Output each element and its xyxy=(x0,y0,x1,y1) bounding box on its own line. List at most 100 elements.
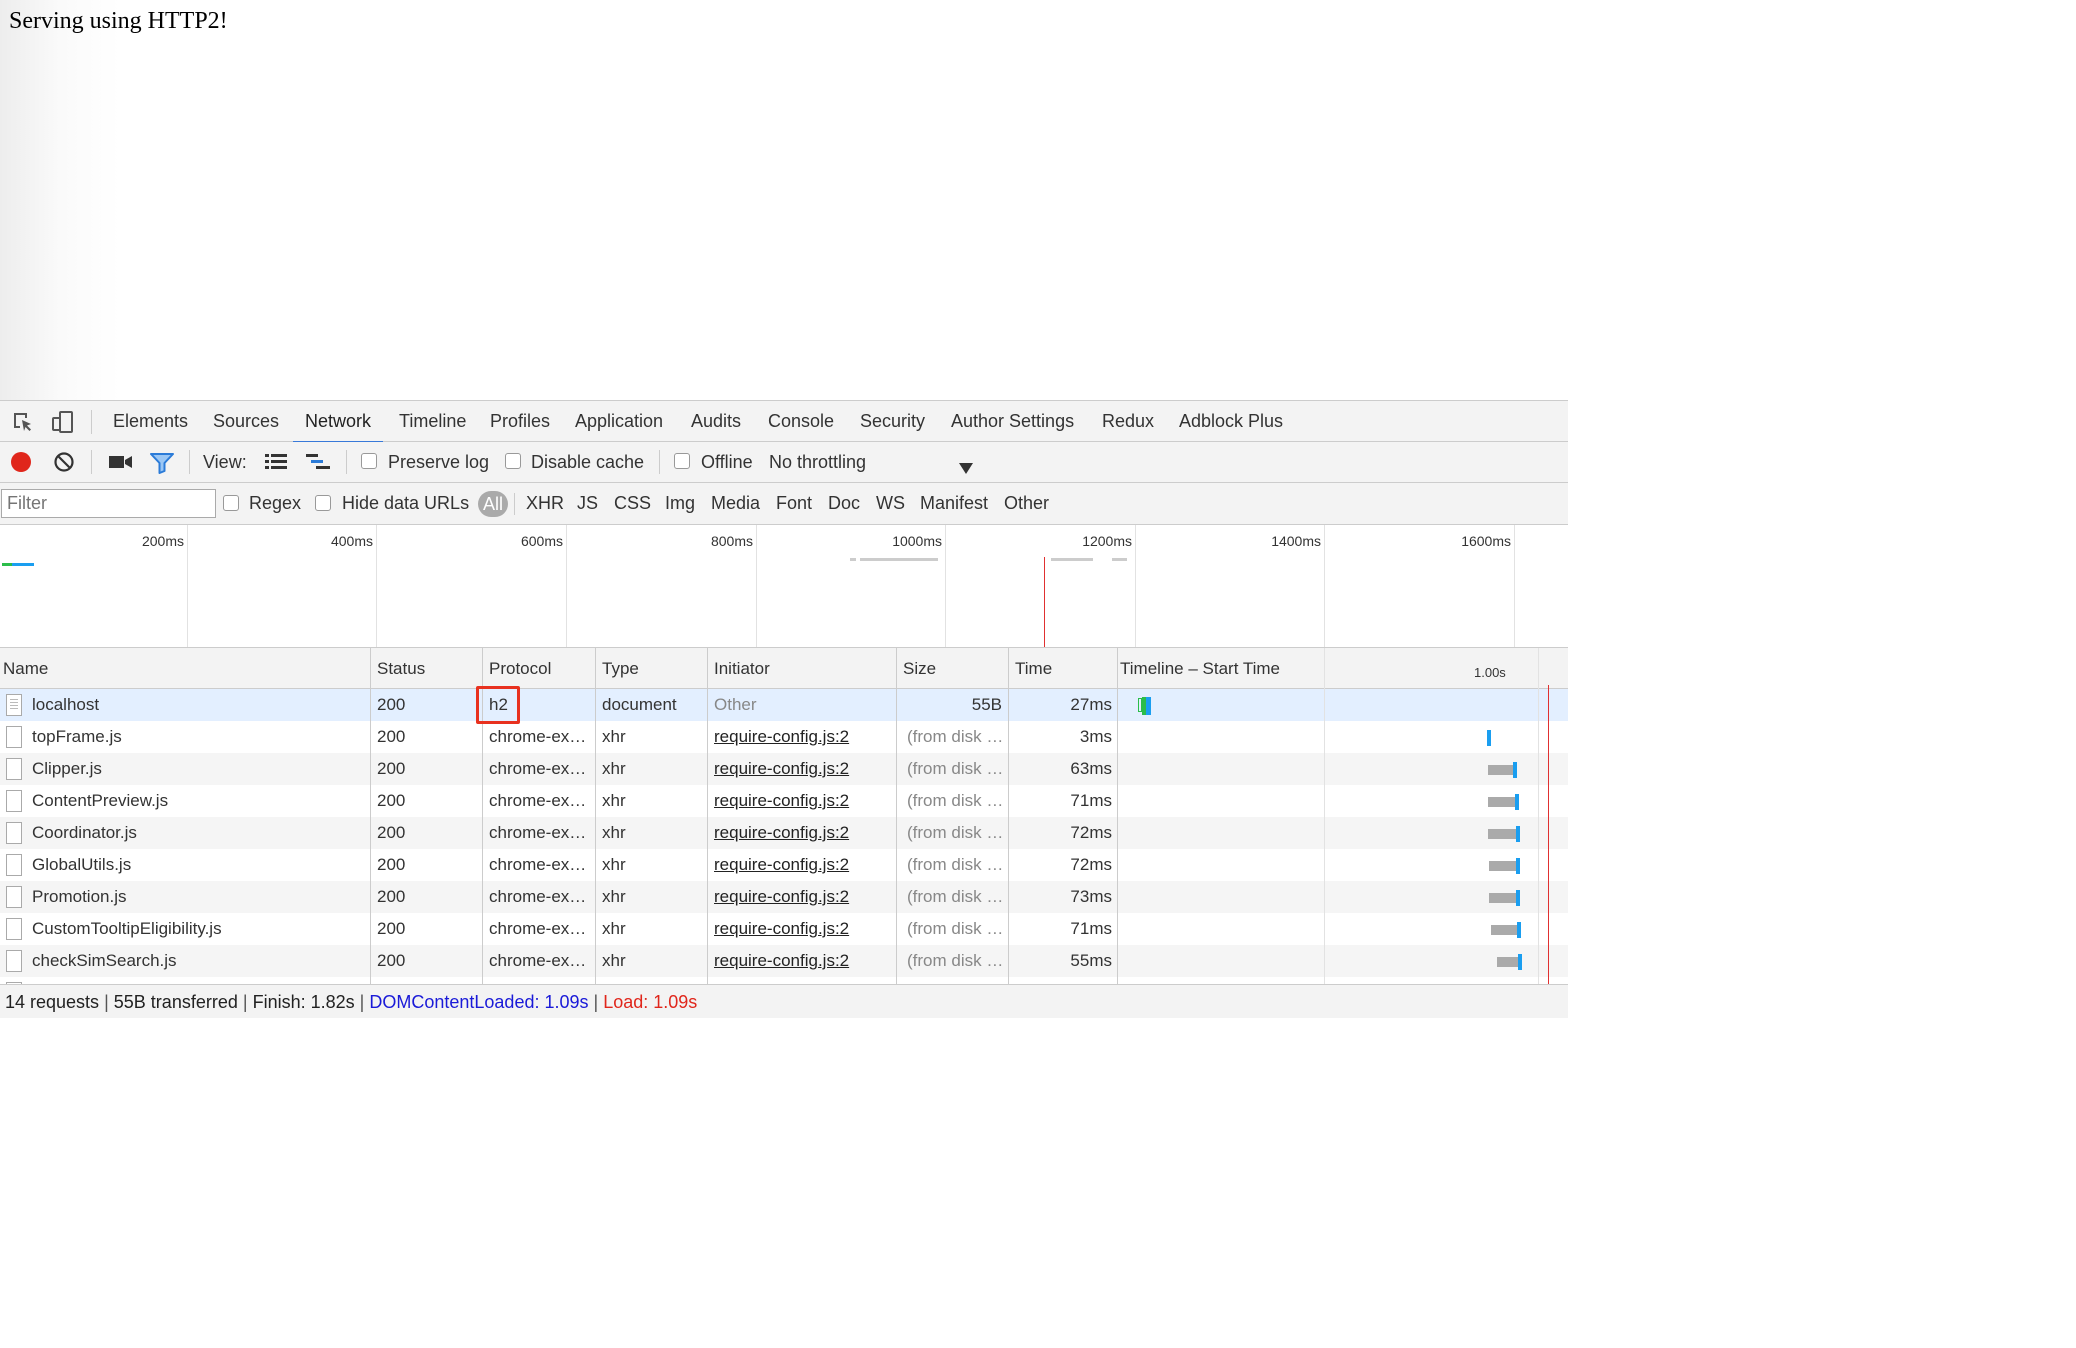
column-header-timeline[interactable]: Timeline – Start Time xyxy=(1120,648,1280,689)
request-time: 72ms xyxy=(1070,855,1112,874)
table-row[interactable]: ContentPreview.js 200 chrome-ex… xhr req… xyxy=(0,785,1568,817)
request-name: checkSimSearch.js xyxy=(32,951,177,970)
column-header-protocol[interactable]: Protocol xyxy=(489,648,551,689)
tab-security[interactable]: Security xyxy=(860,401,925,442)
offline-label: Offline xyxy=(701,452,753,472)
column-divider[interactable] xyxy=(595,648,596,985)
column-header-size[interactable]: Size xyxy=(903,648,936,689)
filter-type-js[interactable]: JS xyxy=(577,483,598,524)
filter-type-doc[interactable]: Doc xyxy=(828,483,860,524)
overview-gridline xyxy=(945,525,946,647)
filter-type-media[interactable]: Media xyxy=(711,483,760,524)
network-status-bar: 14 requests | 55B transferred | Finish: … xyxy=(0,984,1568,1018)
overview-tick-label: 400ms xyxy=(330,533,373,549)
waterfall-bar xyxy=(1513,762,1517,778)
request-initiator-link[interactable]: require-config.js:2 xyxy=(714,913,894,945)
overview-request-bar xyxy=(1051,558,1093,561)
column-divider[interactable] xyxy=(707,648,708,985)
column-divider[interactable] xyxy=(896,648,897,985)
filter-type-xhr[interactable]: XHR xyxy=(526,483,564,524)
record-button[interactable] xyxy=(11,452,31,472)
column-header-time[interactable]: Time xyxy=(1015,648,1052,689)
page-text: Serving using HTTP2! xyxy=(9,8,228,34)
request-size: (from disk … xyxy=(907,855,1003,874)
hide-data-urls-checkbox[interactable] xyxy=(315,495,331,511)
tab-elements[interactable]: Elements xyxy=(113,401,188,442)
capture-screenshots-icon[interactable] xyxy=(109,454,133,475)
large-rows-icon[interactable] xyxy=(265,453,287,476)
table-row[interactable]: Coordinator.js 200 chrome-ex… xhr requir… xyxy=(0,817,1568,849)
tab-console[interactable]: Console xyxy=(768,401,834,442)
waterfall-bar xyxy=(1146,697,1151,715)
tab-adblock-plus[interactable]: Adblock Plus xyxy=(1179,401,1283,442)
column-header-initiator[interactable]: Initiator xyxy=(714,648,770,689)
overview-gridline xyxy=(566,525,567,647)
request-initiator-link[interactable]: require-config.js:2 xyxy=(714,881,894,913)
table-row[interactable]: Clipper.js 200 chrome-ex… xhr require-co… xyxy=(0,753,1568,785)
inspect-element-icon[interactable] xyxy=(11,410,35,434)
request-size: 55B xyxy=(971,695,1002,714)
overview-waterfall-icon[interactable] xyxy=(306,453,332,478)
request-initiator-link[interactable]: require-config.js:2 xyxy=(714,721,894,753)
network-overview[interactable]: 200ms 400ms 600ms 800ms 1000ms 1200ms 14… xyxy=(0,525,1568,648)
request-status: 200 xyxy=(377,823,406,842)
column-header-status[interactable]: Status xyxy=(377,648,425,689)
table-row[interactable]: localhost 200 h2 document Other 55B 27ms xyxy=(0,689,1568,721)
offline-checkbox[interactable] xyxy=(674,453,690,469)
request-protocol: chrome-ex… xyxy=(489,823,587,842)
column-divider[interactable] xyxy=(1117,648,1118,985)
request-initiator-link[interactable]: require-config.js:2 xyxy=(714,785,894,817)
filter-type-other[interactable]: Other xyxy=(1004,483,1049,524)
tab-profiles[interactable]: Profiles xyxy=(490,401,550,442)
disable-cache-checkbox[interactable] xyxy=(505,453,521,469)
filter-type-manifest[interactable]: Manifest xyxy=(920,483,988,524)
chevron-down-icon[interactable] xyxy=(959,458,973,479)
waterfall-bar xyxy=(1487,730,1491,746)
waterfall-bar xyxy=(1516,858,1520,874)
filter-type-css[interactable]: CSS xyxy=(614,483,651,524)
column-divider[interactable] xyxy=(370,648,371,985)
overview-tick-label: 800ms xyxy=(710,533,753,549)
waterfall-bar xyxy=(1488,797,1515,807)
request-initiator-link[interactable]: require-config.js:2 xyxy=(714,817,894,849)
table-row[interactable]: topFrame.js 200 chrome-ex… xhr require-c… xyxy=(0,721,1568,753)
tab-application[interactable]: Application xyxy=(575,401,663,442)
request-name: CustomTooltipEligibility.js xyxy=(32,919,222,938)
filter-type-img[interactable]: Img xyxy=(665,483,695,524)
filter-icon[interactable] xyxy=(150,452,174,479)
request-status: 200 xyxy=(377,695,406,714)
tab-audits[interactable]: Audits xyxy=(691,401,741,442)
request-initiator-link[interactable]: require-config.js:2 xyxy=(714,849,894,881)
tab-timeline[interactable]: Timeline xyxy=(399,401,466,442)
filter-type-all[interactable]: All xyxy=(478,491,509,517)
tab-redux[interactable]: Redux xyxy=(1102,401,1154,442)
table-row[interactable]: CustomTooltipEligibility.js 200 chrome-e… xyxy=(0,913,1568,945)
request-status: 200 xyxy=(377,919,406,938)
devtools-tabbar: Elements Sources Network Timeline Profil… xyxy=(0,400,1568,443)
filter-type-ws[interactable]: WS xyxy=(876,483,905,524)
request-type: xhr xyxy=(602,759,626,778)
device-mode-icon[interactable] xyxy=(51,410,75,434)
filter-input[interactable] xyxy=(1,489,216,518)
throttling-select[interactable]: No throttling xyxy=(769,442,866,482)
tab-author-settings[interactable]: Author Settings xyxy=(951,401,1074,442)
waterfall-tick-label: 1.00s xyxy=(1474,665,1506,680)
preserve-log-checkbox[interactable] xyxy=(361,453,377,469)
column-divider[interactable] xyxy=(1008,648,1009,985)
request-initiator: Other xyxy=(714,695,757,714)
request-initiator-link[interactable]: require-config.js:2 xyxy=(714,945,894,977)
tab-sources[interactable]: Sources xyxy=(213,401,279,442)
column-header-type[interactable]: Type xyxy=(602,648,639,689)
request-initiator-link[interactable]: require-config.js:2 xyxy=(714,753,894,785)
table-row[interactable]: Promotion.js 200 chrome-ex… xhr require-… xyxy=(0,881,1568,913)
table-row[interactable]: checkSimSearch.js 200 chrome-ex… xhr req… xyxy=(0,945,1568,977)
clear-icon[interactable] xyxy=(53,451,75,478)
request-status: 200 xyxy=(377,791,406,810)
regex-checkbox[interactable] xyxy=(223,495,239,511)
column-header-name[interactable]: Name xyxy=(3,648,48,689)
request-name: ContentPreview.js xyxy=(32,791,169,810)
tab-network[interactable]: Network xyxy=(292,401,384,443)
filter-type-font[interactable]: Font xyxy=(776,483,812,524)
request-name: Coordinator.js xyxy=(32,823,137,842)
table-row[interactable]: GlobalUtils.js 200 chrome-ex… xhr requir… xyxy=(0,849,1568,881)
